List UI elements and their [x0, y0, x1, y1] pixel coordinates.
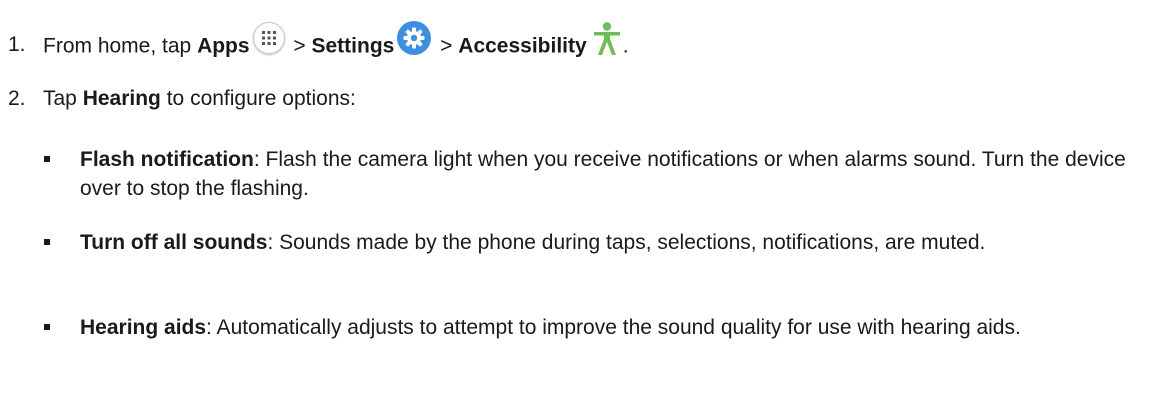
apps-grid-icon	[252, 22, 285, 54]
option-title: Flash notification	[80, 148, 254, 171]
bullet	[44, 239, 50, 245]
bullet	[44, 156, 50, 162]
option-text: Hearing aids: Automatically adjusts to a…	[80, 313, 1160, 342]
step-text-fragment: From home, tap	[43, 34, 198, 58]
separator: >	[434, 34, 459, 58]
step-text-fragment: Tap	[43, 87, 83, 110]
period: .	[622, 34, 629, 58]
settings-gear-icon	[397, 21, 432, 55]
option-text: Turn off all sounds: Sounds made by the …	[80, 228, 1160, 257]
step-text: From home, tap Apps > Settings > Accessi…	[43, 21, 629, 64]
step-text-fragment: to configure options:	[160, 87, 356, 110]
option-description: : Automatically adjusts to attempt to im…	[206, 316, 1021, 339]
step-number: 1.	[8, 33, 26, 56]
hearing-label: Hearing	[82, 87, 161, 110]
accessibility-label: Accessibility	[458, 34, 587, 58]
step-text: Tap Hearing to configure options:	[43, 84, 356, 113]
accessibility-person-icon	[593, 22, 621, 56]
apps-label: Apps	[197, 34, 250, 58]
option-title: Hearing aids	[80, 316, 207, 339]
settings-label: Settings	[311, 34, 395, 58]
separator: >	[287, 34, 312, 58]
step-number: 2.	[8, 87, 26, 110]
bullet	[44, 324, 50, 330]
option-description: : Sounds made by the phone during taps, …	[267, 231, 986, 254]
option-text: Flash notification: Flash the camera lig…	[80, 145, 1160, 203]
option-title: Turn off all sounds	[80, 231, 268, 254]
